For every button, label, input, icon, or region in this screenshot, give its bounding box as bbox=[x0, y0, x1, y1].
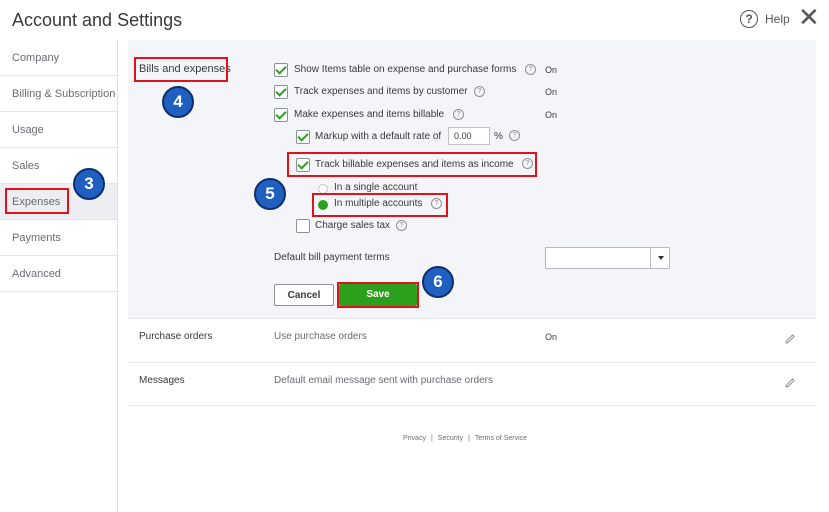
show-items-checkbox[interactable] bbox=[274, 63, 288, 77]
help-link[interactable]: Help bbox=[765, 12, 790, 26]
sidebar-item-label: Sales bbox=[12, 160, 40, 172]
bills-expenses-panel bbox=[128, 40, 816, 318]
cancel-button[interactable]: Cancel bbox=[274, 284, 334, 306]
step-badge-3: 3 bbox=[73, 168, 105, 200]
step-badge-5: 5 bbox=[254, 178, 286, 210]
sidebar-item-label: Billing & Subscription bbox=[12, 88, 116, 100]
charge-tax-label: Charge sales tax bbox=[315, 220, 391, 231]
annotation-box-bills bbox=[134, 57, 228, 82]
step-badge-4: 4 bbox=[162, 86, 194, 118]
single-account-label: In a single account bbox=[334, 182, 418, 193]
chevron-down-icon[interactable] bbox=[650, 248, 671, 268]
help-icon[interactable]: ? bbox=[453, 109, 464, 120]
settings-sidebar: Company Billing & Subscription Usage Sal… bbox=[0, 40, 118, 512]
show-items-status: On bbox=[545, 65, 558, 75]
close-icon[interactable]: ✕ bbox=[798, 4, 820, 30]
terms-link[interactable]: Terms of Service bbox=[475, 435, 527, 442]
annotation-box-save bbox=[337, 282, 419, 308]
billable-checkbox[interactable] bbox=[274, 108, 288, 122]
purchase-orders-status: On bbox=[545, 332, 558, 342]
divider bbox=[128, 405, 816, 406]
pencil-icon[interactable] bbox=[784, 377, 796, 389]
sidebar-item-advanced[interactable]: Advanced bbox=[0, 256, 117, 292]
sidebar-item-usage[interactable]: Usage bbox=[0, 112, 117, 148]
track-by-customer-label: Track expenses and items by customer bbox=[294, 86, 468, 97]
help-icon[interactable]: ? bbox=[396, 220, 407, 231]
markup-checkbox[interactable] bbox=[296, 130, 310, 144]
annotation-box-multiple-accounts bbox=[312, 193, 448, 217]
sidebar-item-label: Usage bbox=[12, 124, 44, 136]
annotation-box-track-income bbox=[287, 152, 537, 177]
sidebar-item-payments[interactable]: Payments bbox=[0, 220, 117, 256]
purchase-orders-section-label: Purchase orders bbox=[139, 331, 213, 342]
messages-section-label: Messages bbox=[139, 375, 185, 386]
show-items-label: Show Items table on expense and purchase… bbox=[294, 64, 517, 75]
annotation-box-expenses bbox=[5, 188, 69, 214]
step-badge-6: 6 bbox=[422, 266, 454, 298]
billable-label: Make expenses and items billable bbox=[294, 109, 445, 120]
sidebar-item-label: Payments bbox=[12, 232, 61, 244]
security-link[interactable]: Security bbox=[438, 435, 463, 442]
help-icon[interactable]: ? bbox=[525, 64, 536, 75]
payment-terms-label: Default bill payment terms bbox=[274, 252, 390, 263]
help-icon[interactable]: ? bbox=[740, 10, 758, 28]
messages-setting: Default email message sent with purchase… bbox=[274, 375, 493, 386]
track-by-customer-status: On bbox=[545, 87, 558, 97]
sidebar-item-company[interactable]: Company bbox=[0, 40, 117, 76]
markup-label: Markup with a default rate of bbox=[315, 131, 442, 142]
markup-rate-input[interactable]: 0.00 bbox=[448, 127, 490, 145]
sidebar-item-label: Advanced bbox=[12, 268, 61, 280]
purchase-orders-setting: Use purchase orders bbox=[274, 331, 367, 342]
markup-unit: % bbox=[494, 131, 503, 142]
sidebar-item-label: Company bbox=[12, 52, 60, 64]
privacy-link[interactable]: Privacy bbox=[403, 435, 426, 442]
track-by-customer-checkbox[interactable] bbox=[274, 85, 288, 99]
page-title: Account and Settings bbox=[12, 10, 183, 30]
pencil-icon[interactable] bbox=[784, 333, 796, 345]
help-icon[interactable]: ? bbox=[474, 86, 485, 97]
divider bbox=[128, 318, 816, 319]
footer-links: Privacy | Security | Terms of Service bbox=[403, 435, 528, 442]
charge-tax-checkbox[interactable] bbox=[296, 219, 310, 233]
billable-status: On bbox=[545, 110, 558, 120]
divider bbox=[128, 362, 816, 363]
help-icon[interactable]: ? bbox=[509, 130, 520, 141]
sidebar-item-billing[interactable]: Billing & Subscription bbox=[0, 76, 117, 112]
